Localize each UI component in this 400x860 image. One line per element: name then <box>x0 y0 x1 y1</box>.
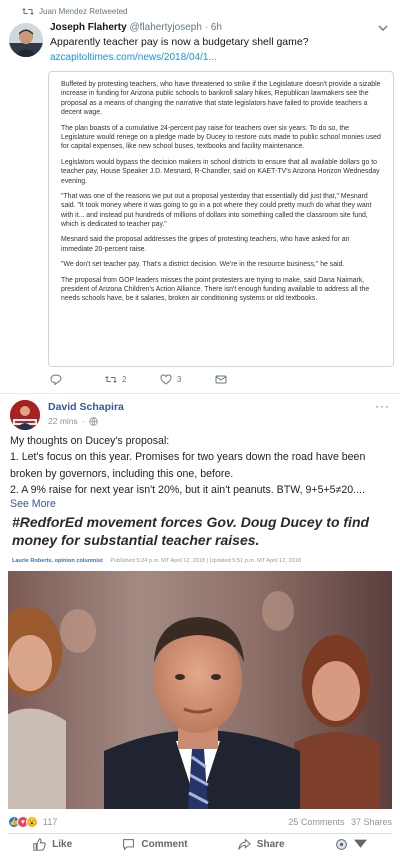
article-photo <box>8 571 392 809</box>
author-name[interactable]: David Schapira <box>48 401 124 413</box>
post-line: 1. Let's focus on this year. Promises fo… <box>10 451 366 464</box>
author-name[interactable]: Joseph Flaherty <box>50 22 127 33</box>
excerpt-paragraph: The proposal from GOP leaders misses the… <box>61 276 370 303</box>
retweet-button[interactable]: 2 <box>105 374 160 385</box>
share-button[interactable]: Share <box>238 838 285 851</box>
share-icon <box>238 838 251 850</box>
facebook-post: David Schapira 22 mins · ··· My thoughts… <box>0 395 400 860</box>
tweet-actions: 2 3 <box>50 374 227 385</box>
dm-button[interactable] <box>215 374 227 385</box>
post-line: broken by governors, including this one,… <box>10 467 234 480</box>
article-headline: #RedforEd movement forces Gov. Doug Duce… <box>12 514 370 549</box>
excerpt-paragraph: Buffeted by protesting teachers, who hav… <box>61 81 381 117</box>
envelope-icon <box>215 375 227 384</box>
quoted-article-excerpt[interactable]: Buffeted by protesting teachers, who hav… <box>48 71 394 367</box>
post-line: 2. A 9% raise for next year isn't 20%, b… <box>10 484 365 497</box>
comment-button[interactable]: Comment <box>122 838 188 851</box>
reply-button[interactable] <box>50 374 105 385</box>
engagement-counts: 25 Comments 37 Shares <box>288 817 392 827</box>
post-time[interactable]: 22 mins <box>48 416 78 426</box>
excerpt-paragraph: Legislators would bypass the decision ma… <box>61 158 380 185</box>
like-count: 3 <box>177 375 182 384</box>
tweet-header: Joseph Flaherty @flahertyjoseph · 6h <box>50 22 222 33</box>
avatar[interactable] <box>10 400 40 430</box>
reply-icon <box>50 374 62 385</box>
share-label: Share <box>256 839 285 850</box>
like-button[interactable]: Like <box>33 838 72 851</box>
retweet-count: 2 <box>122 375 127 384</box>
like-label: Like <box>52 839 73 850</box>
comment-icon <box>123 839 135 851</box>
excerpt-paragraph: "That was one of the reasons we put out … <box>61 192 372 229</box>
comments-count[interactable]: 25 Comments <box>288 817 344 827</box>
divider <box>8 833 392 834</box>
chevron-down-icon[interactable] <box>378 24 388 32</box>
excerpt-paragraph: Mesnard said the proposal addresses the … <box>61 236 350 253</box>
avatar[interactable] <box>9 23 43 57</box>
byline-author: Laurie Roberts, opinion columnist <box>12 558 103 564</box>
author-handle[interactable]: @flahertyjoseph <box>129 22 201 33</box>
wow-reaction-icon: 😮 <box>26 816 38 828</box>
chevron-down-icon <box>353 839 367 848</box>
comment-label: Comment <box>141 839 188 850</box>
like-button[interactable]: 3 <box>160 374 215 385</box>
reaction-summary: 👍 ♥ 😮 117 25 Comments 37 Shares <box>8 816 392 828</box>
retweet-icon <box>105 376 117 383</box>
tweet-text: Apparently teacher pay is now a budgetar… <box>50 36 309 48</box>
post-meta: 22 mins · <box>48 416 98 426</box>
reaction-count: 117 <box>43 817 58 827</box>
byline-meta: Published 5:24 p.m. MT April 12, 2018 | … <box>110 558 301 564</box>
audience-selector[interactable] <box>335 838 367 851</box>
excerpt-paragraph: The plan boasts of a cumulative 24-perce… <box>61 124 381 151</box>
globe-icon <box>88 416 98 426</box>
retweet-indicator: Juan Mendez Retweeted <box>22 7 128 16</box>
shared-article-image[interactable]: #RedforEd movement forces Gov. Doug Duce… <box>8 509 392 809</box>
article-byline: Laurie Roberts, opinion columnist Publis… <box>12 558 301 564</box>
tweet-card: Juan Mendez Retweeted Joseph Flaherty @f… <box>0 0 400 394</box>
retweet-label: Juan Mendez Retweeted <box>39 7 128 16</box>
article-header: #RedforEd movement forces Gov. Doug Duce… <box>8 509 392 571</box>
more-options-icon[interactable]: ··· <box>375 399 390 413</box>
post-line: My thoughts on Ducey's proposal: <box>10 435 170 447</box>
globe-icon <box>335 839 347 850</box>
thumbs-up-icon <box>33 838 46 851</box>
shares-count[interactable]: 37 Shares <box>351 817 392 827</box>
tweet-link[interactable]: azcapitoltimes.com/news/2018/04/1... <box>50 52 217 63</box>
reactions-button[interactable]: 👍 ♥ 😮 117 <box>8 816 57 828</box>
heart-icon <box>160 374 172 385</box>
retweet-icon <box>22 8 34 15</box>
post-text: My thoughts on Ducey's proposal: 1. Let'… <box>10 433 394 512</box>
excerpt-paragraph: "We don't set teacher pay. That's a dist… <box>61 261 345 269</box>
tweet-time[interactable]: 6h <box>211 22 222 33</box>
post-actions: Like Comment Share <box>8 838 392 851</box>
